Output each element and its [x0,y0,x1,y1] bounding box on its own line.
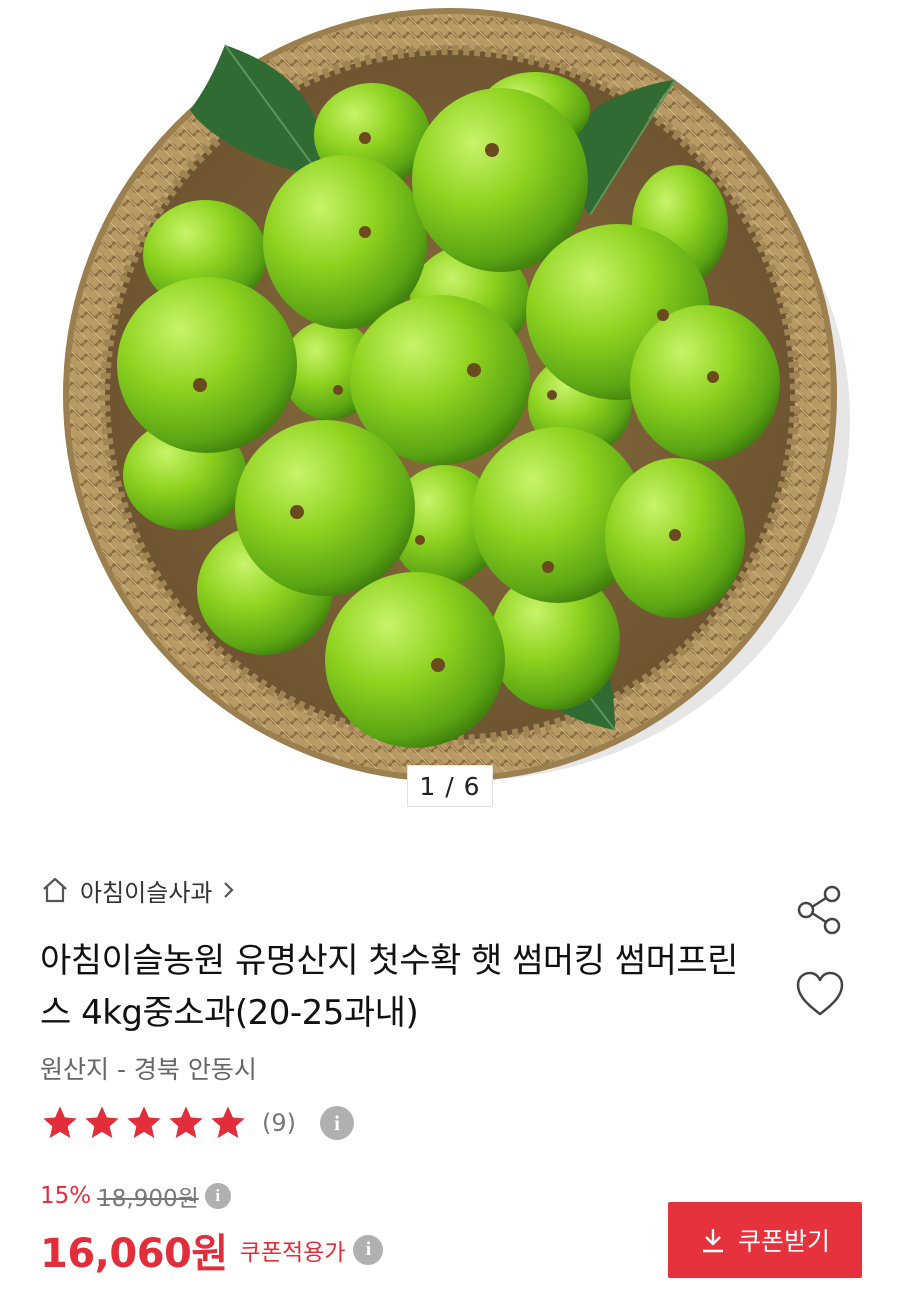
star-icon [127,1106,161,1138]
product-title: 아침이슬농원 유명산지 첫수확 햇 썸머킹 썸머프린스 4kg중소과(20-25… [40,941,738,1033]
brand-name: 아침이슬사과 [80,878,213,907]
price-row: 16,060원 쿠폰적용가 i [40,1222,384,1278]
info-icon[interactable]: i [320,1106,354,1140]
sale-price: 16,060원 [40,1231,228,1277]
brand-store-link[interactable]: 아침이슬사과 [40,870,236,910]
info-icon[interactable]: i [204,1183,231,1209]
image-pager: 1 / 6 [407,765,493,807]
share-icon[interactable] [790,880,850,940]
star-icon [43,1106,77,1138]
product-image[interactable]: 1 / 6 [0,0,900,840]
info-icon[interactable]: i [353,1235,384,1265]
star-icon [211,1106,245,1138]
get-coupon-button[interactable]: 쿠폰받기 [668,1202,862,1278]
discount-row: 15% 18,900원 i [40,1178,231,1214]
star-icon [85,1106,119,1138]
apple-basket-photo [63,8,850,782]
rating-row[interactable]: (9) i [40,1100,354,1146]
star-icon [169,1106,203,1138]
download-icon [702,1229,723,1253]
product-origin: 원산지 - 경북 안동시 [40,1055,257,1084]
home-icon [43,877,67,903]
product-actions [790,880,860,1048]
heart-icon[interactable] [790,964,850,1024]
coupon-price-label: 쿠폰적용가 [239,1240,346,1266]
original-price: 18,900원 [97,1186,199,1212]
review-count: (9) [262,1109,296,1137]
coupon-button-label: 쿠폰받기 [737,1227,830,1256]
chevron-right-icon [224,882,235,898]
discount-rate: 15% [40,1183,92,1209]
star-rating [40,1103,248,1143]
